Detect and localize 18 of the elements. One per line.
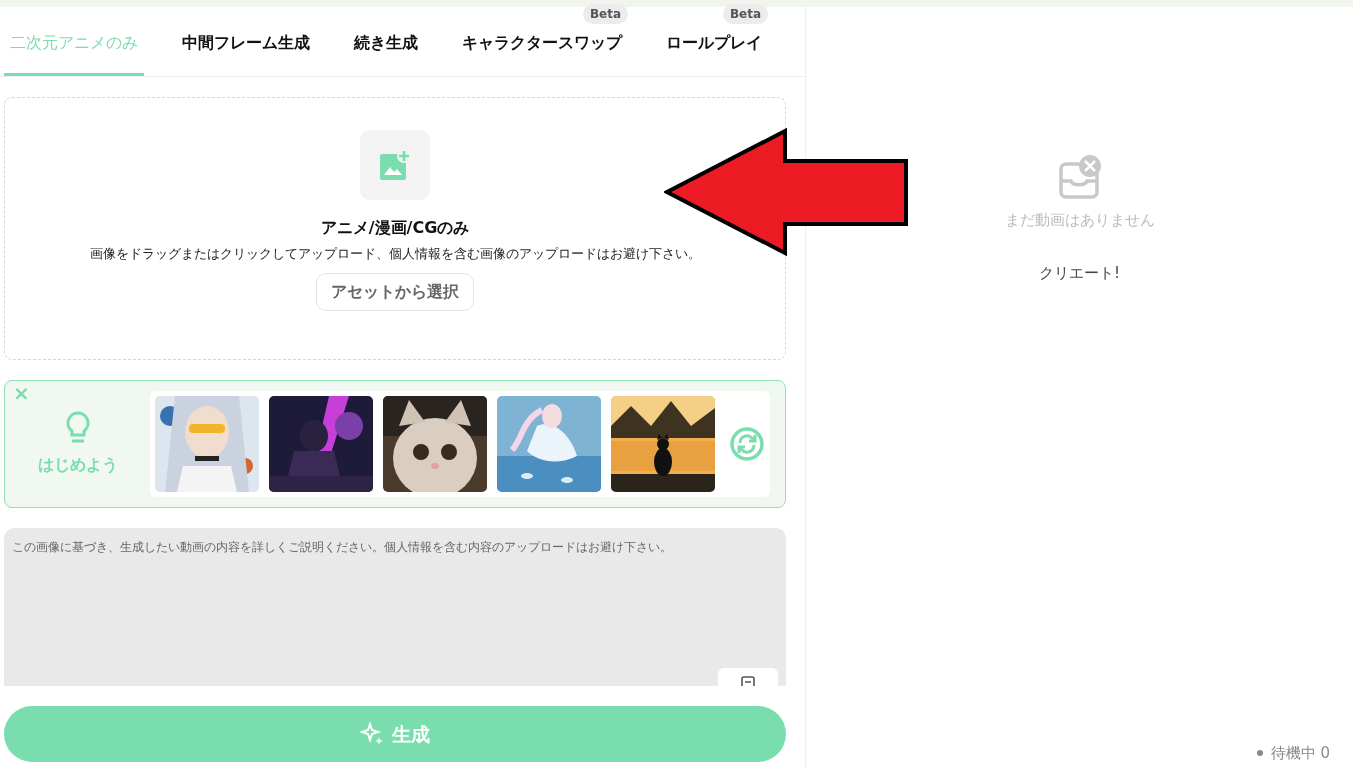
- beta-tag: Beta: [722, 4, 768, 24]
- lightbulb-icon: [64, 411, 91, 445]
- empty-inbox-icon: [1057, 155, 1102, 201]
- prompt-field[interactable]: この画像に基づき、生成したい動画の内容を詳しくご説明ください。個人情報を含む内容のアップロードはお避け下さい。: [4, 528, 786, 686]
- upload-title: アニメ/漫画/CGのみ: [320, 217, 470, 239]
- get-started-label: はじめよう: [37, 454, 118, 476]
- tab[interactable]: 中間フレーム生成: [176, 30, 316, 76]
- tab[interactable]: ロールプレイ: [660, 30, 768, 76]
- empty-state-message: まだ動画はありません: [1004, 210, 1155, 231]
- tab[interactable]: キャラクタースワップ: [456, 30, 628, 76]
- upload-instructions: 画像をドラッグまたはクリックしてアップロード、個人情報を含む画像のアップロードはお避け下さい。: [89, 245, 701, 263]
- select-from-assets-button[interactable]: アセットから選択: [316, 272, 474, 311]
- beta-tag: Beta: [582, 4, 628, 24]
- status-dot-icon: [1256, 749, 1263, 756]
- queue-status: 待機中 0: [1270, 742, 1330, 764]
- sparkle-icon: [360, 722, 384, 746]
- tab[interactable]: 続き生成: [348, 30, 424, 76]
- create-prompt: クリエート!: [1039, 262, 1120, 284]
